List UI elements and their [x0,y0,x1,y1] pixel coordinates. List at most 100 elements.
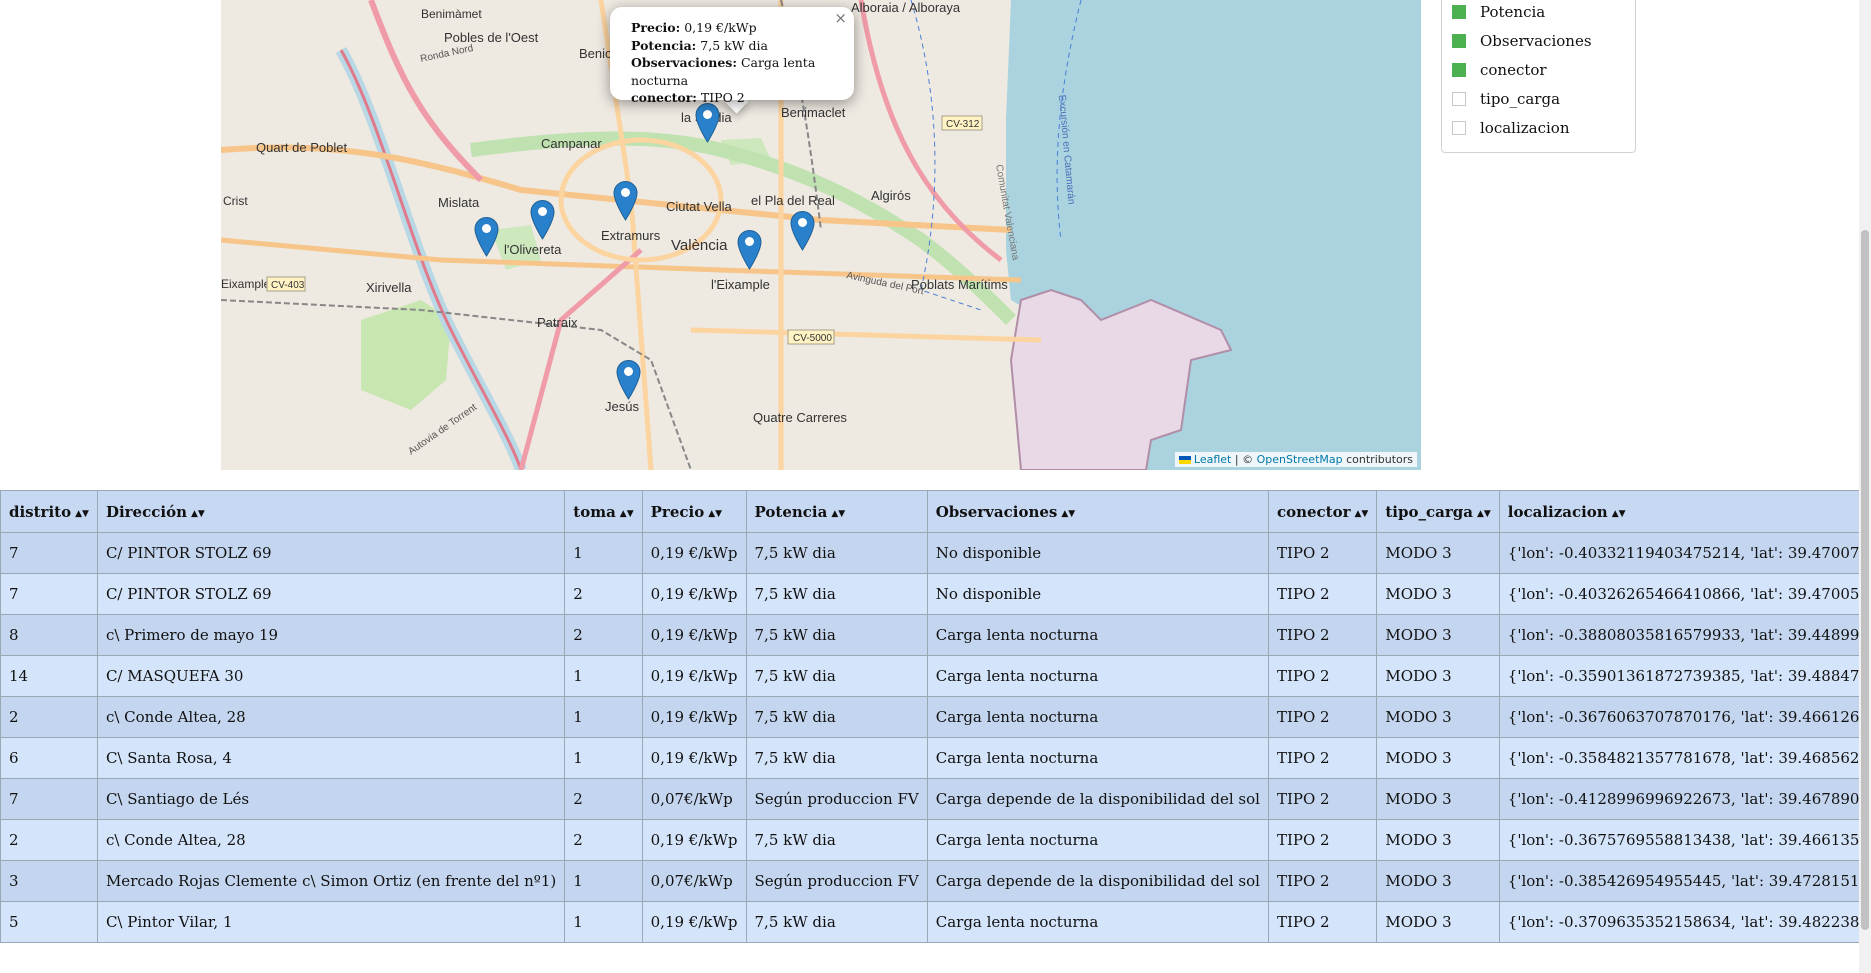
table-cell: Mercado Rojas Clemente c\ Simon Ortiz (e… [96,860,566,902]
sort-icon[interactable]: ▲▼ [1061,509,1075,519]
column-toggle-conector[interactable]: conector [1452,60,1547,80]
table-cell: Carga lenta nocturna [926,655,1269,697]
place-label: Patraix [537,315,578,330]
column-header[interactable]: Precio ▲▼ [641,490,747,533]
table-cell: 7,5 kW dia [745,901,928,943]
table-row: 5 C\ Pintor Vilar, 1 1 0,19 €/kWp 7,5 kW dia… [0,901,1871,943]
table-cell: 0,07€/kWp [641,860,747,902]
popup-value: 0,19 €/kWp [680,20,757,35]
table-cell: 0,07€/kWp [641,778,747,820]
checkbox-icon[interactable] [1452,92,1466,106]
scrollbar[interactable] [1859,0,1871,973]
table-cell: 7,5 kW dia [745,614,928,656]
table-cell: MODO 3 [1376,778,1500,820]
table-cell: MODO 3 [1376,614,1500,656]
table-cell: c\ Conde Altea, 28 [96,696,566,738]
table-cell: TIPO 2 [1267,614,1378,656]
leaflet-link[interactable]: Leaflet [1194,453,1231,466]
column-header[interactable]: localizacion ▲▼ [1498,490,1871,533]
table-cell: 0,19 €/kWp [641,532,747,574]
table-cell: No disponible [926,573,1269,615]
sort-icon[interactable]: ▲▼ [75,509,89,519]
checkbox-icon[interactable] [1452,121,1466,135]
table-cell: 3 [0,860,98,902]
table-cell: MODO 3 [1376,696,1500,738]
checkbox-icon[interactable] [1452,5,1466,19]
table-cell: MODO 3 [1376,737,1500,779]
column-toggle-localizacion[interactable]: localizacion [1452,118,1570,138]
table-cell: 7,5 kW dia [745,655,928,697]
column-toggle-tipo-carga[interactable]: tipo_carga [1452,89,1560,109]
map-marker[interactable] [737,229,762,270]
close-icon[interactable]: × [834,11,847,26]
column-header[interactable]: Observaciones ▲▼ [926,490,1269,533]
table-cell: MODO 3 [1376,532,1500,574]
map[interactable]: Benimàmet Pobles de l'Oest Benic Alborai… [221,0,1421,470]
column-header[interactable]: tipo_carga ▲▼ [1376,490,1500,533]
column-header[interactable]: distrito ▲▼ [0,490,98,533]
table-cell: MODO 3 [1376,573,1500,615]
table-row: 7 C/ PINTOR STOLZ 69 1 0,19 €/kWp 7,5 kW dia… [0,532,1871,574]
popup-key: Observaciones: [631,55,737,70]
sort-icon[interactable]: ▲▼ [1477,509,1491,519]
table-cell: 2 [564,819,643,861]
sort-icon[interactable]: ▲▼ [620,509,634,519]
table-header-row: distrito ▲▼ Dirección ▲▼ toma ▲▼ Precio ▲▼ Poten… [0,490,1871,533]
map-marker[interactable] [616,359,641,400]
table-cell: {'lon': -0.385426954955445, 'lat': 39.47… [1498,860,1871,902]
sort-icon[interactable]: ▲▼ [1355,509,1369,519]
table-row: 2 c\ Conde Altea, 28 2 0,19 €/kWp 7,5 kW dia… [0,819,1871,861]
checkbox-icon[interactable] [1452,63,1466,77]
table-cell: 7,5 kW dia [745,696,928,738]
table-cell: 7,5 kW dia [745,819,928,861]
column-header[interactable]: Dirección ▲▼ [96,490,566,533]
table-cell: 14 [0,655,98,697]
column-header[interactable]: Potencia ▲▼ [745,490,928,533]
attribution-sep: | © [1231,453,1257,466]
column-header[interactable]: conector ▲▼ [1267,490,1378,533]
map-marker[interactable] [695,102,720,143]
table-row: 3 Mercado Rojas Clemente c\ Simon Ortiz (… [0,860,1871,902]
table-cell: {'lon': -0.3584821357781678, 'lat': 39.4… [1498,737,1871,779]
column-toggle-observaciones[interactable]: Observaciones [1452,31,1592,51]
checkbox-icon[interactable] [1452,34,1466,48]
popup-key: Precio: [631,20,681,35]
table-cell: Carga lenta nocturna [926,737,1269,779]
place-label: Poblats Marítims [911,277,1008,292]
place-label: Algirós [871,188,911,203]
map-marker[interactable] [790,210,815,251]
place-label: l'Eixample [711,277,770,292]
table-cell: TIPO 2 [1267,901,1378,943]
table-cell: 1 [564,655,643,697]
sort-icon[interactable]: ▲▼ [1612,509,1626,519]
table-cell: TIPO 2 [1267,655,1378,697]
column-header-label: toma [573,502,616,521]
map-marker[interactable] [613,180,638,221]
table-cell: No disponible [926,532,1269,574]
sort-icon[interactable]: ▲▼ [831,509,845,519]
column-toggle-panel: Potencia Observaciones conector tipo_car… [1441,0,1636,153]
column-toggle-potencia[interactable]: Potencia [1452,2,1545,22]
table-cell: TIPO 2 [1267,696,1378,738]
sort-icon[interactable]: ▲▼ [191,509,205,519]
place-label: Eixample [221,277,271,291]
table-cell: MODO 3 [1376,655,1500,697]
table-cell: TIPO 2 [1267,573,1378,615]
place-label: Mislata [438,195,480,210]
table-cell: 7 [0,532,98,574]
popup-value: 7,5 kW dia [696,37,768,53]
scrollbar-thumb[interactable] [1861,230,1869,930]
sort-icon[interactable]: ▲▼ [708,509,722,519]
map-marker[interactable] [530,199,555,240]
place-label: Campanar [541,136,602,151]
table-row: 8 c\ Primero de mayo 19 2 0,19 €/kWp 7,5 kW … [0,614,1871,656]
table-cell: 1 [564,696,643,738]
table-cell: 7 [0,573,98,615]
map-marker[interactable] [474,216,499,257]
osm-link[interactable]: OpenStreetMap [1257,453,1343,466]
column-header[interactable]: toma ▲▼ [564,490,643,533]
table-cell: Carga depende de la disponibilidad del s… [926,860,1269,902]
road-label: Ronda Nord [419,43,474,65]
road-shield: CV-312 [946,119,980,130]
place-label: Crist [223,194,248,208]
